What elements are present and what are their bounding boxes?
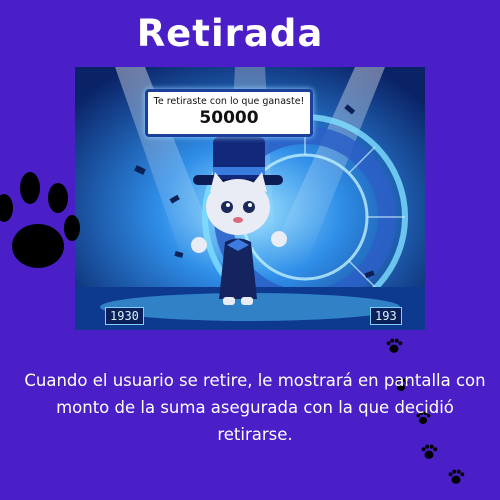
game-show-illustration: Te retiraste con lo que ganaste! 50000 1… <box>75 67 425 330</box>
small-paw-icon <box>448 469 465 484</box>
page-title: Retirada <box>136 12 324 55</box>
withdrawal-amount: 50000 <box>199 108 259 128</box>
small-paw-icon <box>386 338 403 353</box>
description-caption: Cuando el usuario se retire, le mostrará… <box>24 371 486 444</box>
right-score-display: 193 <box>370 307 402 325</box>
withdrawal-message: Te retiraste con lo que ganaste! <box>153 96 305 107</box>
left-score-display: 1930 <box>105 307 144 325</box>
large-paw-icon <box>0 172 80 268</box>
withdrawal-message-box: Te retiraste con lo que ganaste! 50000 <box>145 89 313 137</box>
